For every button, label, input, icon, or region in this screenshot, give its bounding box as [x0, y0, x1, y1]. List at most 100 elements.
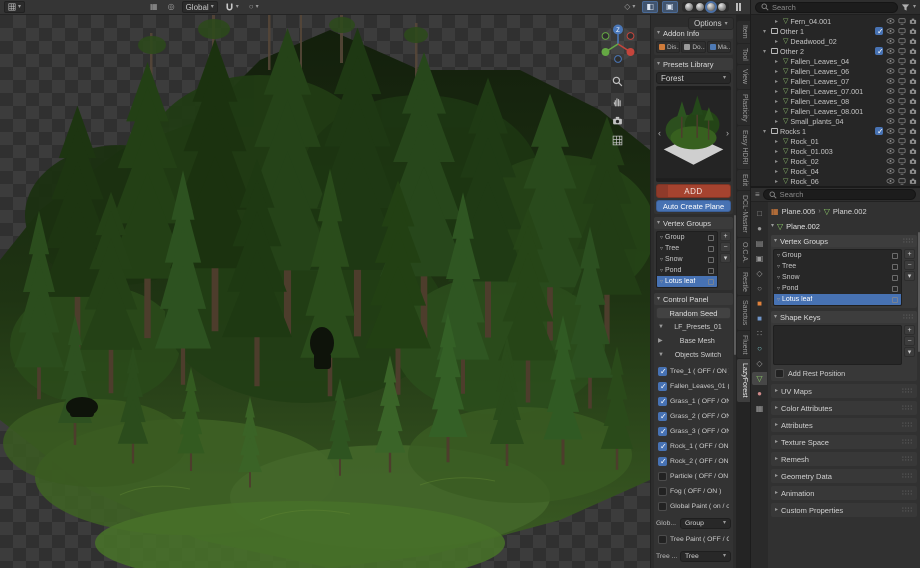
- remove-item-button[interactable]: −: [720, 242, 731, 252]
- object-switch-row[interactable]: Grass_1 ( OFF / ON ): [656, 395, 731, 408]
- collapsed-panel[interactable]: ▸ Animation ∷∷: [771, 486, 917, 500]
- vertex-groups-header[interactable]: ▾ Vertex Groups: [654, 217, 733, 229]
- object-switch-row[interactable]: Tree_1 ( OFF / ON ): [656, 365, 731, 378]
- camera-view-icon[interactable]: [612, 116, 623, 126]
- collection-checkbox[interactable]: [875, 47, 883, 55]
- remove-item-button[interactable]: −: [904, 336, 915, 346]
- disclosure-icon[interactable]: [775, 88, 781, 95]
- objects-switch-row[interactable]: ▼ Objects Switch: [656, 349, 731, 361]
- disable-viewport-icon[interactable]: [898, 78, 906, 85]
- outliner-search-input[interactable]: Search: [755, 2, 898, 13]
- proportional-editing-button[interactable]: ○ ▾: [246, 1, 262, 13]
- properties-tab-material-icon[interactable]: ●: [752, 387, 767, 400]
- outliner-row[interactable]: ▽ Rocks 1: [751, 126, 920, 136]
- outliner-row[interactable]: ▽ Rock_06: [751, 176, 920, 186]
- lock-icon[interactable]: [892, 297, 898, 303]
- outliner-row[interactable]: ▽ Fallen_Leaves_08.001: [751, 106, 920, 116]
- checkbox[interactable]: [658, 367, 667, 376]
- properties-tab-object-icon[interactable]: ■: [752, 297, 767, 310]
- properties-tab-render-icon[interactable]: ●: [752, 222, 767, 235]
- addon-info-tab[interactable]: Do...: [681, 41, 705, 53]
- lock-icon[interactable]: [708, 268, 714, 274]
- gizmo-dropdown-button[interactable]: ◇▾: [621, 1, 638, 13]
- ortho-grid-icon[interactable]: [612, 135, 623, 146]
- panel-grip-icon[interactable]: ∷∷: [903, 313, 914, 321]
- collection-checkbox[interactable]: [875, 127, 883, 135]
- outliner-row[interactable]: ▽ Fallen_Leaves_08: [751, 96, 920, 106]
- preview-prev-icon[interactable]: ‹: [658, 128, 661, 138]
- collapsed-panel[interactable]: ▸ Remesh ∷∷: [771, 452, 917, 466]
- disable-render-icon[interactable]: [909, 98, 917, 105]
- hide-eye-icon[interactable]: [886, 58, 895, 64]
- panel-grip-icon[interactable]: ∷∷: [902, 438, 913, 446]
- collection-checkbox[interactable]: [875, 27, 883, 35]
- object-switch-row[interactable]: Grass_3 ( OFF / ON ): [656, 425, 731, 438]
- collapsed-panel[interactable]: ▸ Attributes ∷∷: [771, 418, 917, 432]
- zoom-icon[interactable]: [612, 76, 623, 87]
- glob-group-dropdown[interactable]: Group ▾: [680, 518, 731, 529]
- add-item-button[interactable]: +: [904, 249, 915, 259]
- 3d-viewport[interactable]: [0, 15, 650, 568]
- lock-icon[interactable]: [708, 257, 714, 263]
- checkbox[interactable]: [658, 382, 667, 391]
- collapsed-panel[interactable]: ▸ Geometry Data ∷∷: [771, 469, 917, 483]
- outliner-row[interactable]: ▽ Fallen_Leaves_04: [751, 56, 920, 66]
- hide-eye-icon[interactable]: [886, 98, 895, 104]
- navigation-gizmo[interactable]: Z: [596, 22, 640, 66]
- object-switch-row[interactable]: Fog ( OFF / ON ): [656, 485, 731, 498]
- vertex-group-row[interactable]: ▿ Snow: [774, 272, 901, 283]
- outliner-row[interactable]: ▽ Deadwood_02: [751, 36, 920, 46]
- disable-viewport-icon[interactable]: [898, 148, 906, 155]
- sidebar-tab[interactable]: Fluent: [737, 331, 750, 358]
- shading-rendered-icon[interactable]: [718, 3, 726, 11]
- data-name-row[interactable]: ▾ ▽ Plane.002: [771, 220, 917, 232]
- properties-tab-world-icon[interactable]: ○: [752, 282, 767, 295]
- outliner-row[interactable]: ▽ Fern_04.001: [751, 16, 920, 26]
- sidebar-tab[interactable]: Easy HDRI: [737, 126, 750, 169]
- transform-orientation-dropdown[interactable]: Global ▾: [182, 1, 218, 13]
- sidebar-tab[interactable]: Item: [737, 21, 750, 43]
- properties-editor-icon[interactable]: ≡: [755, 191, 760, 199]
- disable-render-icon[interactable]: [909, 58, 917, 65]
- disclosure-icon[interactable]: [763, 128, 769, 135]
- snap-toggle-button[interactable]: ▾: [222, 1, 242, 13]
- disable-render-icon[interactable]: [909, 88, 917, 95]
- disable-render-icon[interactable]: [909, 18, 917, 25]
- disclosure-icon[interactable]: [775, 68, 781, 75]
- disable-render-icon[interactable]: [909, 178, 917, 185]
- specials-menu-button[interactable]: ▾: [720, 253, 731, 263]
- add-rest-position-row[interactable]: Add Rest Position: [773, 367, 915, 379]
- hide-eye-icon[interactable]: [886, 128, 895, 134]
- sidebar-tab[interactable]: Tool: [737, 44, 750, 65]
- presets-library-header[interactable]: ▾ Presets Library: [654, 58, 733, 70]
- shading-solid-icon[interactable]: [696, 3, 704, 11]
- panel-grip-icon[interactable]: ∷∷: [902, 387, 913, 395]
- shading-wireframe-icon[interactable]: [685, 3, 693, 11]
- disclosure-icon[interactable]: [775, 108, 781, 115]
- disable-viewport-icon[interactable]: [898, 28, 906, 35]
- shape-keys-list[interactable]: [773, 325, 902, 365]
- preset-preview[interactable]: ‹ ›: [656, 86, 731, 182]
- sidebar-tab[interactable]: O.C.A.: [737, 238, 750, 267]
- disable-viewport-icon[interactable]: [898, 68, 906, 75]
- panel-grip-icon[interactable]: ∷∷: [902, 421, 913, 429]
- checkbox[interactable]: [658, 502, 667, 511]
- specials-menu-button[interactable]: ▾: [904, 347, 915, 357]
- hide-eye-icon[interactable]: [886, 118, 895, 124]
- vertex-group-row[interactable]: ▿ Tree: [774, 261, 901, 272]
- filter-icon[interactable]: [901, 3, 910, 12]
- checkbox[interactable]: [658, 397, 667, 406]
- properties-tab-tool-icon[interactable]: □: [752, 207, 767, 220]
- properties-tab-object-data-icon[interactable]: ▽: [752, 372, 767, 385]
- add-item-button[interactable]: +: [904, 325, 915, 335]
- auto-create-plane-button[interactable]: Auto Create Plane: [656, 200, 731, 212]
- disclosure-icon[interactable]: [775, 18, 781, 25]
- disclosure-icon[interactable]: [775, 148, 781, 155]
- hide-eye-icon[interactable]: [886, 38, 895, 44]
- vertex-group-row[interactable]: ▿ Lotus leaf: [774, 294, 901, 305]
- disable-render-icon[interactable]: [909, 68, 917, 75]
- addon-info-tab[interactable]: Ma...: [707, 41, 731, 53]
- disable-viewport-icon[interactable]: [898, 138, 906, 145]
- properties-tab-modifiers-icon[interactable]: ■: [752, 312, 767, 325]
- outliner-row[interactable]: ▽ Other 1: [751, 26, 920, 36]
